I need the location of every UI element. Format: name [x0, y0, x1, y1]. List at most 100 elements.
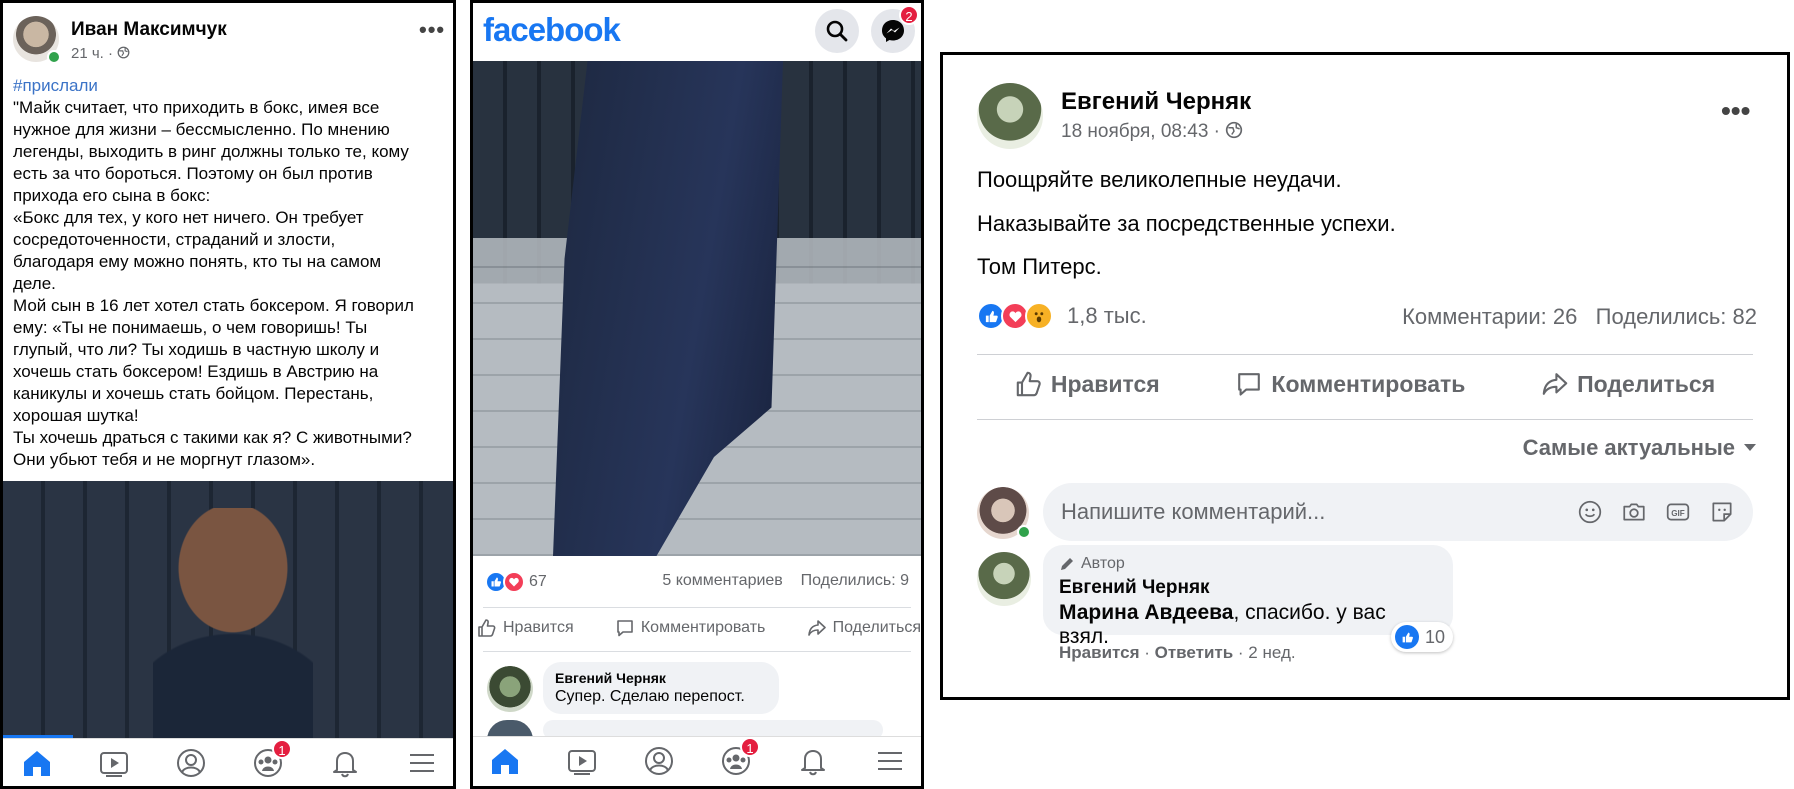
comment-avatar[interactable] [487, 666, 533, 712]
tab-notifications[interactable] [795, 743, 831, 779]
home-icon [492, 749, 518, 774]
messenger-button[interactable]: 2 [871, 5, 919, 53]
post-actions: Нравится Комментировать Поделиться [477, 618, 921, 638]
sort-label: Самые актуальные [1522, 435, 1735, 460]
shares-count[interactable]: Поделились: 82 [1596, 304, 1757, 329]
reaction-summary[interactable]: 67 [485, 571, 547, 593]
emoji-icon[interactable] [1577, 499, 1603, 525]
post-text-line: Поощряйте великолепные неудачи. [977, 167, 1342, 192]
comment-author[interactable]: Евгений Черняк [1059, 577, 1437, 599]
comments-count[interactable]: 5 комментариев [662, 572, 782, 589]
divider [483, 607, 911, 608]
share-icon [1542, 373, 1568, 395]
comment-age: · 2 нед. [1237, 643, 1296, 662]
tab-notifications[interactable] [327, 745, 363, 781]
post-date[interactable]: 18 ноября, 08:43 · [1061, 121, 1243, 143]
comment-bubble: Автор Евгений Черняк Марина Авдеева, спа… [1043, 545, 1453, 648]
sticker-icon[interactable] [1709, 499, 1735, 525]
tab-profile[interactable] [641, 743, 677, 779]
comment-input-tools: GIF [1577, 499, 1735, 525]
post-text: "Майк считает, что приходить в бокс, име… [13, 98, 414, 469]
avatar[interactable] [977, 83, 1043, 149]
share-button[interactable]: Поделиться [1541, 370, 1715, 398]
post-actions: Нравится Комментировать Поделиться [977, 370, 1753, 398]
notification-badge: 1 [272, 739, 292, 759]
hashtag-link[interactable]: #прислали [13, 76, 98, 96]
author-badge-label: Автор [1081, 555, 1125, 572]
bell-icon [801, 750, 825, 776]
post-text-line: Том Питерс. [977, 254, 1102, 279]
comment-like-link[interactable]: Нравится [1059, 643, 1140, 662]
more-options-button[interactable]: ••• [419, 17, 445, 43]
bell-icon [333, 752, 357, 778]
share-icon [807, 620, 826, 636]
post-time[interactable]: 21 ч. · [71, 45, 130, 62]
like-label: Нравится [503, 619, 574, 636]
video-icon [568, 750, 596, 775]
comment-footer: Нравится · Ответить · 2 нед. [1059, 643, 1296, 662]
search-icon [826, 20, 848, 42]
globe-icon [1226, 121, 1243, 139]
post-stats: Комментарии: 26 Поделились: 82 [1402, 304, 1757, 330]
author-badge: Автор [1059, 555, 1437, 573]
tab-profile[interactable] [173, 745, 209, 781]
search-button[interactable] [815, 9, 859, 53]
like-label: Нравится [1050, 370, 1160, 397]
post-author[interactable]: Иван Максимчук [71, 19, 227, 41]
reaction-summary[interactable]: 1,8 тыс. [977, 302, 1147, 330]
profile-icon [645, 747, 673, 775]
comments-count[interactable]: Комментарии: 26 [1402, 304, 1577, 329]
comment-reply-link[interactable]: Ответить [1155, 643, 1234, 662]
photo-person [153, 508, 313, 738]
reaction-count: 1,8 тыс. [1067, 303, 1147, 328]
share-button[interactable]: Поделиться [807, 618, 921, 638]
post-author[interactable]: Евгений Черняк [1061, 88, 1251, 116]
post-time-text: 21 ч. · [71, 45, 113, 62]
comment-label: Комментировать [640, 619, 766, 636]
comment-author[interactable]: Евгений Черняк [555, 670, 767, 686]
comment-input-placeholder: Напишите комментарий... [1061, 499, 1326, 524]
like-button[interactable]: Нравится [1015, 370, 1160, 398]
post-panel-middle: facebook 2 67 5 комментариев Поделились:… [470, 0, 924, 789]
thumbs-up-icon [478, 619, 496, 637]
comment-button[interactable]: Комментировать [615, 618, 766, 638]
mention-link[interactable]: Марина Авдеева [1059, 601, 1233, 624]
share-label: Поделиться [832, 619, 921, 636]
like-reaction-icon [1395, 625, 1419, 649]
gif-icon[interactable]: GIF [1665, 499, 1691, 525]
video-icon [100, 752, 128, 777]
messenger-badge: 2 [899, 5, 919, 25]
camera-icon[interactable] [1621, 499, 1647, 525]
tab-groups[interactable]: 1 [718, 737, 760, 779]
tab-menu[interactable] [872, 743, 908, 779]
tab-home[interactable] [487, 743, 523, 779]
bottom-tab-bar: 1 [473, 736, 921, 786]
profile-icon [177, 749, 205, 777]
divider [483, 651, 911, 652]
tab-menu[interactable] [404, 745, 440, 781]
bottom-tab-bar: 1 [3, 738, 453, 786]
more-options-button[interactable]: ••• [1721, 95, 1750, 127]
comment-avatar[interactable] [977, 552, 1031, 606]
globe-icon [117, 46, 130, 59]
comment-text: Супер. Сделаю перепост. [555, 688, 745, 705]
comment-input[interactable]: Напишите комментарий... GIF [1043, 483, 1753, 541]
comment-button[interactable]: Комментировать [1235, 370, 1465, 398]
post-panel-left: Иван Максимчук 21 ч. · ••• #прислали "Ма… [0, 0, 456, 789]
comment-sort-dropdown[interactable]: Самые актуальные [1523, 435, 1757, 461]
online-indicator [47, 50, 61, 64]
shares-count[interactable]: Поделились: 9 [801, 572, 909, 589]
comment-reaction-count[interactable]: 10 [1391, 622, 1454, 652]
tab-watch[interactable] [564, 743, 600, 779]
home-icon [24, 751, 50, 776]
tab-groups[interactable]: 1 [250, 739, 292, 781]
menu-icon [410, 754, 434, 772]
love-reaction-icon [503, 571, 525, 593]
facebook-logo[interactable]: facebook [483, 11, 621, 49]
notification-badge: 1 [740, 737, 760, 757]
comment-icon [1238, 373, 1261, 396]
tab-home[interactable] [19, 745, 55, 781]
reaction-count: 67 [529, 573, 547, 590]
tab-watch[interactable] [96, 745, 132, 781]
like-button[interactable]: Нравится [477, 618, 574, 638]
